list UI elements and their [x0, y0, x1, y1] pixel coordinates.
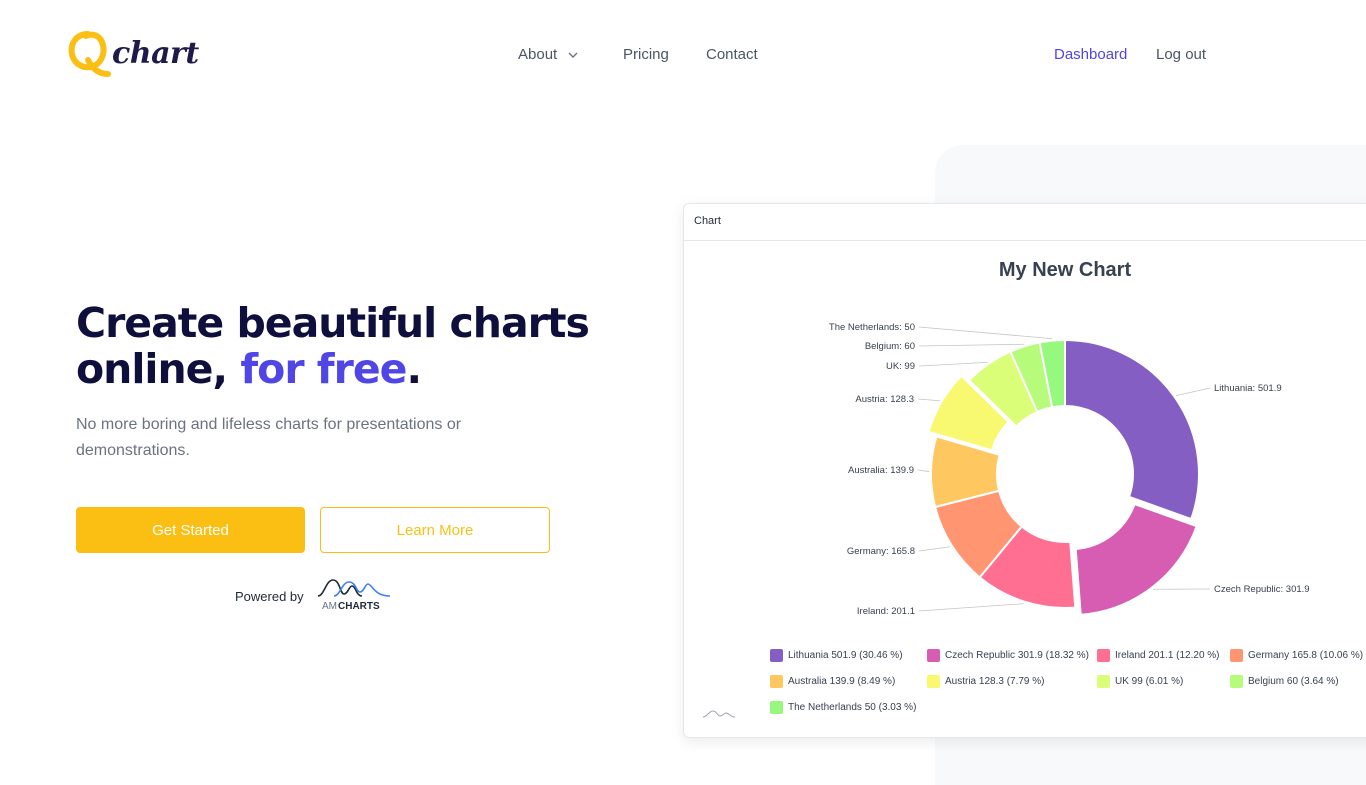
slice-label: Germany: 165.8: [847, 546, 915, 557]
amcharts-charts-text: CHARTS: [338, 601, 380, 612]
legend-item[interactable]: Belgium 60 (3.64 %): [1230, 675, 1339, 688]
hero-title: Create beautiful charts online, for free…: [76, 300, 596, 392]
amcharts-logo[interactable]: AM CHARTS: [316, 574, 392, 614]
legend-label: The Netherlands 50 (3.03 %): [788, 702, 916, 713]
legend-label: Australia 139.9 (8.49 %): [788, 676, 895, 687]
slice-label: Ireland: 201.1: [857, 606, 915, 617]
legend-label: Lithuania 501.9 (30.46 %): [788, 650, 903, 661]
chart-title: My New Chart: [999, 259, 1132, 281]
amcharts-mini-icon: [702, 709, 736, 719]
slice-label: The Netherlands: 50: [829, 322, 915, 333]
legend-label: Czech Republic 301.9 (18.32 %): [945, 650, 1089, 661]
leader-line: [918, 470, 929, 472]
legend-label: Belgium 60 (3.64 %): [1248, 676, 1339, 687]
learn-more-button[interactable]: Learn More: [320, 507, 550, 553]
legend-swatch: [1230, 649, 1243, 662]
legend-label: Ireland 201.1 (12.20 %): [1115, 650, 1220, 661]
legend-swatch: [927, 649, 940, 662]
nav-about-label: About: [518, 46, 557, 63]
slice-label: Lithuania: 501.9: [1214, 383, 1282, 394]
legend-label: Germany 165.8 (10.06 %): [1248, 650, 1363, 661]
hero-subtitle: No more boring and lifeless charts for p…: [76, 412, 506, 464]
legend-swatch: [770, 675, 783, 688]
legend-swatch: [770, 701, 783, 714]
legend-swatch: [1097, 649, 1110, 662]
leader-line: [919, 362, 987, 366]
slice-label: Belgium: 60: [865, 341, 915, 352]
logo-wordmark: chart: [112, 36, 199, 71]
chevron-down-icon: [567, 49, 579, 61]
legend-item[interactable]: Austria 128.3 (7.79 %): [927, 675, 1045, 688]
hero-title-line1: Create beautiful charts: [76, 299, 589, 347]
leader-line: [919, 327, 1052, 339]
powered-by-label: Powered by: [235, 589, 304, 604]
leader-line: [919, 604, 1024, 611]
nav-logout[interactable]: Log out: [1156, 46, 1206, 63]
leader-line: [919, 547, 950, 551]
legend-item[interactable]: Czech Republic 301.9 (18.32 %): [927, 649, 1089, 662]
legend-label: UK 99 (6.01 %): [1115, 676, 1183, 687]
hero-title-period: .: [406, 345, 421, 393]
site-header: chart About Pricing Contact Dashboard Lo…: [0, 0, 1366, 110]
leader-line: [918, 399, 940, 401]
slice-label: UK: 99: [886, 361, 915, 372]
logo-q-icon: [68, 30, 114, 80]
amcharts-am-text: AM: [322, 601, 337, 612]
legend-item[interactable]: Germany 165.8 (10.06 %): [1230, 649, 1363, 662]
get-started-button[interactable]: Get Started: [76, 507, 305, 553]
legend-item[interactable]: Australia 139.9 (8.49 %): [770, 675, 895, 688]
nav-about[interactable]: About: [518, 46, 579, 63]
legend-swatch: [1230, 675, 1243, 688]
leader-line: [1176, 388, 1210, 396]
brand-logo[interactable]: chart: [68, 30, 198, 80]
leader-line: [919, 344, 1024, 346]
legend-swatch: [1097, 675, 1110, 688]
slice-czech-republic[interactable]: [1076, 504, 1197, 615]
slice-label: Australia: 139.9: [848, 465, 914, 476]
nav-dashboard[interactable]: Dashboard: [1054, 46, 1127, 63]
nav-pricing[interactable]: Pricing: [623, 46, 669, 63]
legend-item[interactable]: The Netherlands 50 (3.03 %): [770, 701, 916, 714]
legend-label: Austria 128.3 (7.79 %): [945, 676, 1045, 687]
slice-label: Austria: 128.3: [855, 394, 914, 405]
hero-title-accent: for free: [240, 345, 406, 393]
legend-swatch: [770, 649, 783, 662]
nav-contact[interactable]: Contact: [706, 46, 758, 63]
hero-title-line2a: online,: [76, 345, 240, 393]
legend-item[interactable]: Lithuania 501.9 (30.46 %): [770, 649, 903, 662]
chart-preview-card: Chart My New Chart Lithuania: 501.9Czech…: [683, 203, 1366, 738]
legend-item[interactable]: UK 99 (6.01 %): [1097, 675, 1183, 688]
slice-label: Czech Republic: 301.9: [1214, 584, 1310, 595]
legend-swatch: [927, 675, 940, 688]
legend-item[interactable]: Ireland 201.1 (12.20 %): [1097, 649, 1220, 662]
slice-lithuania[interactable]: [1065, 340, 1199, 519]
